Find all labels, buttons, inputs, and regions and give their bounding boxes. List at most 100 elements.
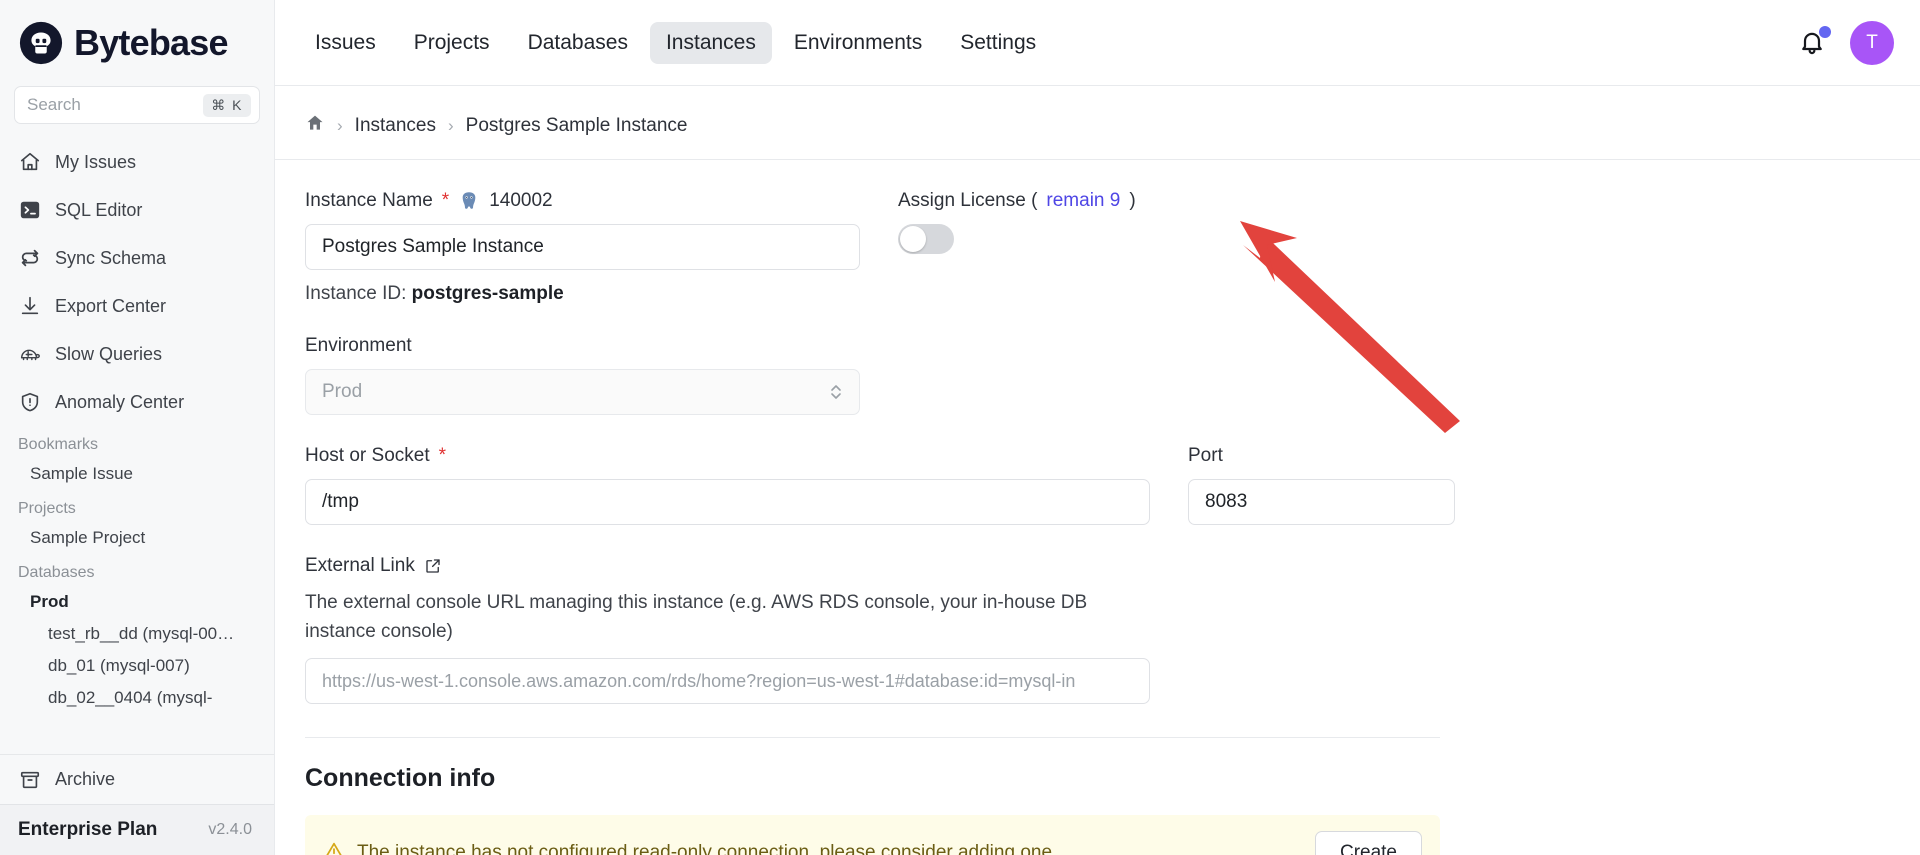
brand-name: Bytebase	[74, 22, 228, 63]
instance-id-value: postgres-sample	[411, 283, 564, 304]
main-nav-tabs: Issues Projects Databases Instances Envi…	[299, 21, 1052, 64]
plan-name[interactable]: Enterprise Plan	[18, 819, 157, 841]
sidebar-item-sample-issue[interactable]: Sample Issue	[0, 458, 274, 490]
section-title: Databases	[18, 564, 95, 581]
bytebase-logo-icon	[18, 20, 64, 66]
sidebar-nav: My Issues SQL Editor Sync Schema Export …	[0, 138, 274, 426]
sidebar-item-label: SQL Editor	[55, 199, 143, 220]
sidebar-item-my-issues[interactable]: My Issues	[0, 138, 274, 186]
sidebar-db-group-prod[interactable]: Prod	[0, 586, 274, 618]
label-text: Host or Socket	[305, 445, 430, 466]
name-license-row: Instance Name * 140002 Postgres Sample In…	[305, 160, 1725, 305]
external-link-input[interactable]: https://us-west-1.console.aws.amazon.com…	[305, 658, 1150, 704]
sidebar-item-export-center[interactable]: Export Center	[0, 282, 274, 330]
warning-message: The instance has not configured read-onl…	[357, 842, 1058, 855]
sidebar-section-databases: Databases Prod test_rb__dd (mysql-00… db…	[0, 554, 274, 714]
license-remaining-link[interactable]: remain 9	[1046, 190, 1120, 212]
sidebar-item-archive[interactable]: Archive	[0, 754, 274, 804]
warning-triangle-icon	[323, 840, 345, 855]
search-input[interactable]: Search ⌘ K	[14, 86, 260, 124]
avatar[interactable]: T	[1850, 20, 1894, 65]
archive-icon	[18, 768, 42, 792]
tab-environments[interactable]: Environments	[778, 22, 938, 64]
sidebar-item-label: Sync Schema	[55, 247, 167, 268]
topbar: Issues Projects Databases Instances Envi…	[275, 0, 1920, 86]
instance-form: Instance Name * 140002 Postgres Sample In…	[275, 160, 1755, 704]
sidebar-item-label: My Issues	[55, 151, 137, 172]
main-area: Issues Projects Databases Instances Envi…	[275, 0, 1920, 855]
breadcrumb: › Instances › Postgres Sample Instance	[275, 86, 1920, 139]
sidebar-item-label: Slow Queries	[55, 343, 163, 364]
terminal-icon	[18, 198, 42, 222]
required-mark: *	[438, 445, 447, 466]
sidebar-item-sync-schema[interactable]: Sync Schema	[0, 234, 274, 282]
breadcrumb-separator: ›	[448, 116, 454, 135]
port-label: Port	[1188, 445, 1455, 467]
assign-license-toggle[interactable]	[898, 224, 954, 254]
port-input[interactable]: 8083	[1188, 479, 1455, 525]
instance-name-label: Instance Name * 140002	[305, 190, 860, 212]
instance-id-prefix: Instance ID:	[305, 283, 407, 304]
external-link-label: External Link	[305, 555, 1150, 577]
shield-alert-icon	[18, 390, 42, 414]
external-link-field: External Link The external console URL m…	[305, 555, 1150, 704]
sidebar-section-bookmarks: Bookmarks Sample Issue	[0, 426, 274, 490]
topbar-actions: T	[1798, 20, 1894, 65]
sidebar-db-item[interactable]: test_rb__dd (mysql-00…	[0, 618, 274, 650]
sidebar-item-anomaly-center[interactable]: Anomaly Center	[0, 378, 274, 426]
breadcrumb-home-icon[interactable]	[305, 113, 325, 139]
database-list: Prod test_rb__dd (mysql-00… db_01 (mysql…	[0, 586, 274, 714]
environment-value: Prod	[322, 381, 363, 402]
label-text: Port	[1188, 445, 1223, 466]
sync-icon	[18, 246, 42, 270]
sidebar: Bytebase Search ⌘ K My Issues SQL Editor	[0, 0, 275, 855]
tab-projects[interactable]: Projects	[398, 22, 506, 64]
tab-databases[interactable]: Databases	[512, 22, 644, 64]
readonly-connection-warning: The instance has not configured read-onl…	[305, 815, 1440, 855]
tab-settings[interactable]: Settings	[944, 22, 1052, 64]
required-mark: *	[441, 190, 450, 211]
section-title: Bookmarks	[18, 436, 99, 453]
instance-name-field: Instance Name * 140002 Postgres Sample In…	[305, 190, 860, 305]
environment-field: Environment Prod	[305, 335, 860, 415]
search-shortcut-badge: ⌘ K	[203, 93, 251, 117]
label-text: External Link	[305, 555, 415, 576]
create-readonly-connection-button[interactable]: Create	[1314, 831, 1422, 855]
brand[interactable]: Bytebase	[0, 0, 274, 86]
instance-name-input[interactable]: Postgres Sample Instance	[305, 224, 860, 270]
label-suffix: )	[1129, 190, 1136, 211]
external-link-helper-text: The external console URL managing this i…	[305, 592, 1088, 642]
tab-issues[interactable]: Issues	[299, 22, 392, 64]
sidebar-db-item[interactable]: db_01 (mysql-007)	[0, 650, 274, 682]
sidebar-db-item[interactable]: db_02__0404 (mysql-	[0, 682, 274, 714]
sidebar-footer: Enterprise Plan v2.4.0	[0, 804, 274, 855]
breadcrumb-item-current: Postgres Sample Instance	[465, 115, 688, 136]
app-root: Bytebase Search ⌘ K My Issues SQL Editor	[0, 0, 1920, 855]
page-content: › Instances › Postgres Sample Instance I…	[275, 86, 1920, 855]
label-text: Instance Name	[305, 190, 433, 211]
search-placeholder: Search	[27, 95, 81, 114]
breadcrumb-item-instances[interactable]: Instances	[355, 115, 436, 137]
search-wrapper: Search ⌘ K	[0, 86, 274, 124]
bell-icon[interactable]	[1798, 25, 1831, 58]
sidebar-section-projects: Projects Sample Project	[0, 490, 274, 554]
notification-badge	[1819, 25, 1831, 38]
sidebar-item-slow-queries[interactable]: Slow Queries	[0, 330, 274, 378]
postgresql-elephant-icon	[458, 190, 480, 212]
chevron-updown-icon	[829, 382, 843, 402]
assign-license-label: Assign License (remain 9)	[898, 190, 1136, 212]
host-field: Host or Socket * /tmp	[305, 445, 1150, 525]
external-link-icon[interactable]	[424, 557, 442, 575]
label-text: Environment	[305, 335, 412, 356]
sidebar-item-sample-project[interactable]: Sample Project	[0, 522, 274, 554]
tab-instances[interactable]: Instances	[649, 21, 772, 64]
app-version: v2.4.0	[208, 821, 252, 838]
assign-license-field: Assign License (remain 9)	[898, 190, 1136, 254]
host-input[interactable]: /tmp	[305, 479, 1150, 525]
host-label: Host or Socket *	[305, 445, 1150, 467]
turtle-icon	[18, 342, 42, 366]
environment-select[interactable]: Prod	[305, 369, 860, 415]
sidebar-item-sql-editor[interactable]: SQL Editor	[0, 186, 274, 234]
environment-label: Environment	[305, 335, 860, 357]
sidebar-item-label: Export Center	[55, 295, 167, 316]
